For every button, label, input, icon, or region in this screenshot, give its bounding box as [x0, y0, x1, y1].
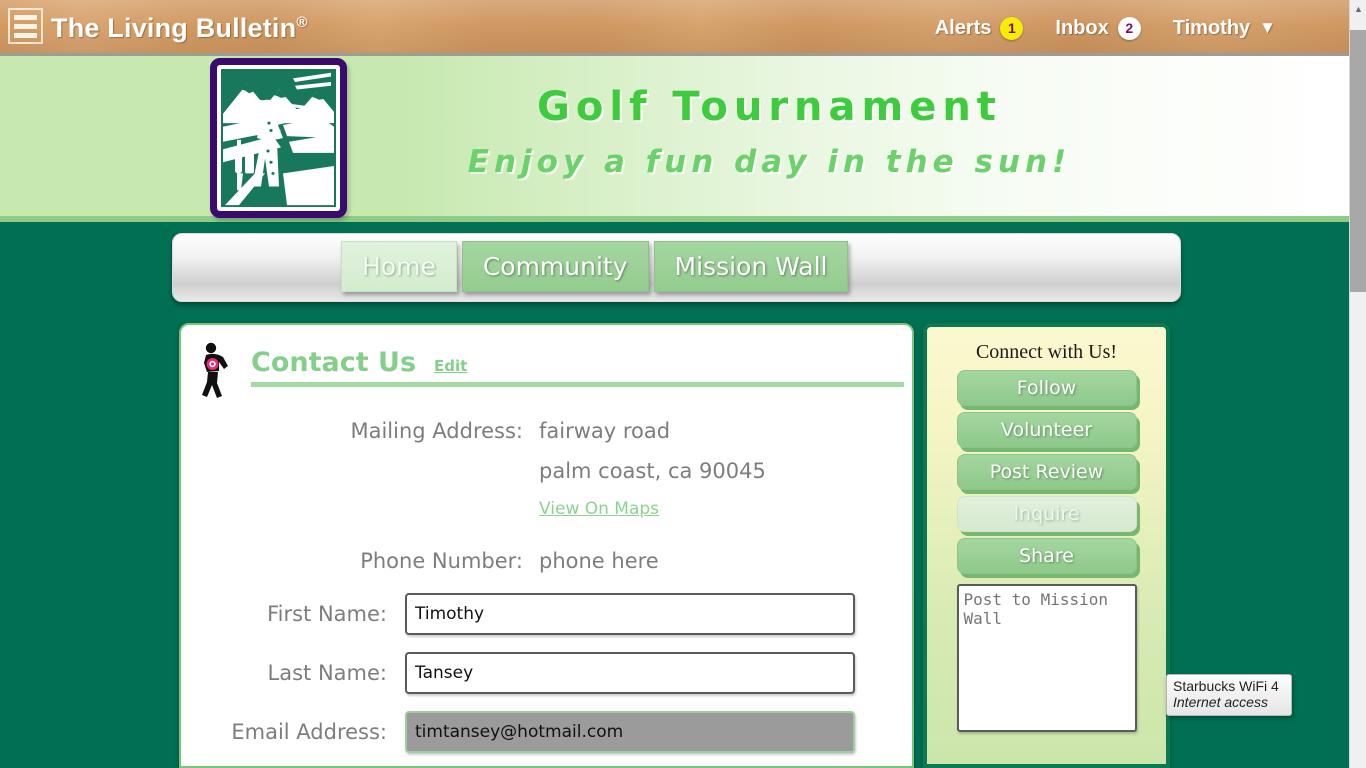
hamburger-bar	[14, 14, 37, 20]
chevron-down-icon: ▼	[1259, 18, 1276, 37]
scroll-up-arrow-icon[interactable]: ▲	[1350, 0, 1366, 17]
mailing-address-line1: fairway road	[539, 419, 671, 443]
volunteer-button[interactable]: Volunteer	[956, 412, 1137, 448]
person-standing-icon	[195, 341, 235, 399]
page-subtitle: Enjoy a fun day in the sun!	[467, 144, 1072, 180]
first-name-label: First Name:	[267, 602, 387, 626]
phone-number-row: Phone Number: phone here	[251, 549, 904, 573]
last-name-label: Last Name:	[267, 661, 387, 685]
alerts-label: Alerts	[934, 16, 992, 39]
inbox-label: Inbox	[1055, 16, 1109, 39]
email-address-label: Email Address:	[231, 720, 387, 744]
mission-wall-textarea[interactable]	[956, 584, 1137, 732]
maps-link-row: View On Maps	[251, 499, 904, 519]
vertical-scrollbar[interactable]: ▲	[1349, 0, 1366, 768]
sidebar-title: Connect with Us!	[975, 341, 1118, 363]
wifi-network-name: Starbucks WiFi	[1173, 678, 1268, 694]
share-button-label: Share	[1019, 545, 1074, 567]
mailing-address-line2: palm coast, ca 90045	[539, 459, 766, 483]
user-menu-button[interactable]: Timothy ▼	[1157, 0, 1292, 56]
connect-sidebar: Connect with Us! Follow Volunteer Post R…	[923, 323, 1170, 768]
person-icon-svg	[202, 342, 228, 398]
wifi-tooltip: Starbucks WiFi 4 Internet access	[1166, 674, 1292, 716]
alerts-button[interactable]: Alerts 1	[919, 0, 1040, 56]
tab-home[interactable]: Home	[341, 241, 457, 292]
phone-number-label: Phone Number:	[360, 549, 523, 573]
brand-name: The Living Bulletin	[51, 13, 297, 43]
hamburger-bar	[14, 32, 37, 38]
nav-tab-group: Home Community Mission Wall	[341, 241, 849, 292]
card-title: Contact Us	[251, 347, 417, 378]
post-review-button[interactable]: Post Review	[956, 454, 1137, 490]
email-address-input[interactable]	[405, 711, 855, 753]
topbar-right-group: Alerts 1 Inbox 2 Timothy ▼	[919, 0, 1292, 56]
page-title: Golf Tournament	[537, 84, 1002, 130]
edit-link[interactable]: Edit	[434, 357, 467, 375]
share-button[interactable]: Share	[956, 538, 1137, 574]
contact-us-card: Contact Us Edit Mailing Address: fairway…	[179, 323, 914, 768]
first-name-input[interactable]	[405, 593, 855, 635]
inquire-button-label: Inquire	[1013, 503, 1080, 525]
alerts-badge: 1	[1000, 16, 1024, 40]
wifi-signal-strength: 4	[1271, 678, 1279, 694]
inquire-button[interactable]: Inquire	[956, 496, 1137, 532]
tab-home-label: Home	[362, 252, 436, 281]
registered-mark: ®	[296, 14, 308, 31]
follow-button-label: Follow	[1016, 377, 1077, 399]
mailing-address-row-2: palm coast, ca 90045	[251, 459, 904, 483]
heading-divider	[251, 382, 904, 387]
card-heading-row: Contact Us Edit	[251, 347, 467, 378]
mailing-address-row: Mailing Address: fairway road	[251, 419, 904, 443]
brand-title[interactable]: The Living Bulletin®	[51, 13, 308, 44]
tab-community[interactable]: Community	[461, 241, 649, 292]
volunteer-button-label: Volunteer	[1000, 419, 1093, 441]
email-address-row: Email Address:	[199, 711, 899, 753]
last-name-row: Last Name:	[199, 652, 899, 694]
top-navigation-bar: The Living Bulletin® Alerts 1 Inbox 2 Ti…	[0, 0, 1349, 56]
hamburger-bar	[14, 23, 37, 29]
inbox-badge: 2	[1117, 16, 1141, 40]
tab-mission-wall[interactable]: Mission Wall	[653, 241, 849, 292]
phone-number-value: phone here	[539, 549, 659, 573]
scrollbar-thumb[interactable]	[1350, 30, 1366, 292]
golfer-illustration-svg	[221, 69, 336, 207]
last-name-input[interactable]	[405, 652, 855, 694]
follow-button[interactable]: Follow	[956, 370, 1137, 406]
logo-artwork	[221, 69, 336, 207]
wifi-network-line: Starbucks WiFi 4	[1173, 678, 1285, 694]
browser-viewport: The Living Bulletin® Alerts 1 Inbox 2 Ti…	[0, 0, 1366, 768]
hamburger-icon[interactable]	[8, 8, 43, 44]
main-nav-bar: Home Community Mission Wall	[172, 233, 1181, 302]
banner-underline	[0, 216, 1349, 222]
wifi-status-label: Internet access	[1173, 694, 1268, 710]
tab-community-label: Community	[482, 252, 628, 281]
post-review-button-label: Post Review	[989, 461, 1104, 483]
first-name-row: First Name:	[199, 593, 899, 635]
golfer-logo-icon[interactable]	[210, 58, 347, 218]
inbox-button[interactable]: Inbox 2	[1039, 0, 1156, 56]
site-banner	[0, 56, 1349, 216]
mailing-address-label: Mailing Address:	[350, 419, 523, 443]
user-name-label: Timothy	[1172, 16, 1251, 39]
view-on-maps-link[interactable]: View On Maps	[539, 499, 659, 519]
tab-mission-wall-label: Mission Wall	[674, 252, 828, 281]
